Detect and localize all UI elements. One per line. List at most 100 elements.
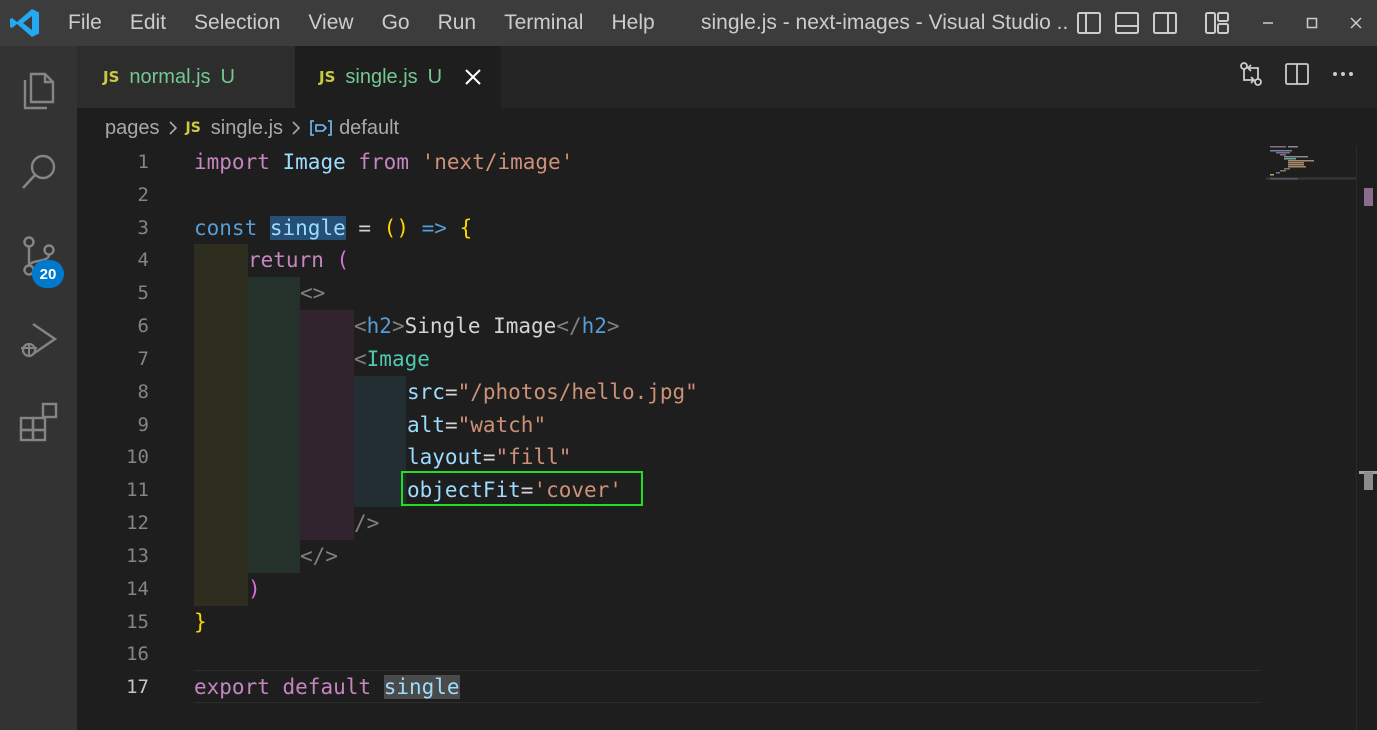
menu-view[interactable]: View <box>294 0 367 46</box>
breadcrumb-file[interactable]: single.js <box>211 117 283 140</box>
layout-controls <box>1075 9 1231 37</box>
line-number: 3 <box>137 217 149 239</box>
line-number: 15 <box>126 611 149 633</box>
extensions-button[interactable] <box>0 384 77 460</box>
vertical-scrollbar[interactable] <box>1356 146 1377 730</box>
close-icon <box>1350 17 1362 29</box>
tag-h2: h2 <box>366 314 392 338</box>
javascript-file-icon: JS <box>185 120 201 136</box>
tag-bracket: < <box>354 347 367 371</box>
indent-guide-level-4 <box>354 376 406 507</box>
attr-equals: = <box>482 445 496 469</box>
window-controls <box>1246 0 1377 46</box>
code-line-9[interactable]: alt="watch" <box>407 409 546 442</box>
code-line-13[interactable]: </> <box>300 540 338 573</box>
window-title: single.js - next-images - Visual Studio … <box>701 11 1069 34</box>
fragment-close: </> <box>300 544 338 568</box>
javascript-file-icon: JS <box>319 68 336 86</box>
search-button[interactable] <box>0 134 77 210</box>
editor-tab-bar: JS normal.js U JS single.js U <box>77 46 1377 108</box>
arrow-operator: => <box>421 216 447 240</box>
component-image: Image <box>366 347 430 371</box>
scrollbar-thumb[interactable] <box>1364 188 1373 206</box>
close-paren: ) <box>248 577 261 601</box>
toggle-primary-sidebar-icon[interactable] <box>1075 9 1103 37</box>
customize-layout-icon[interactable] <box>1203 9 1231 37</box>
code-line-17[interactable]: export default single <box>194 671 460 704</box>
menu-go[interactable]: Go <box>368 0 424 46</box>
code-line-5[interactable]: <> <box>300 277 325 310</box>
line-number: 13 <box>126 545 149 567</box>
maximize-button[interactable] <box>1290 0 1334 46</box>
tag-bracket: > <box>606 314 620 338</box>
menu-help[interactable]: Help <box>597 0 668 46</box>
tag-bracket: </ <box>556 314 582 338</box>
code-line-10[interactable]: layout="fill" <box>407 441 571 474</box>
minimap[interactable] <box>1266 146 1356 186</box>
attr-src-value: "/photos/hello.jpg" <box>457 380 698 404</box>
activity-bar: 20 <box>0 46 77 730</box>
keyword-import: import <box>194 150 270 174</box>
editor-actions <box>1237 60 1357 88</box>
tab-normal-js[interactable]: JS normal.js U <box>77 46 295 108</box>
source-control-button[interactable]: 20 <box>0 218 77 294</box>
identifier-single: single <box>383 675 460 699</box>
source-control-badge: 20 <box>32 260 64 288</box>
minimize-icon <box>1263 22 1273 24</box>
tag-h2-close: h2 <box>581 314 607 338</box>
files-icon <box>23 72 54 110</box>
code-line-15[interactable]: } <box>194 606 207 639</box>
code-line-4[interactable]: return ( <box>248 244 349 277</box>
close-brace: } <box>194 610 207 634</box>
breadcrumb-symbol[interactable]: default <box>339 117 399 140</box>
vscode-logo-icon <box>10 9 39 37</box>
code-line-14[interactable]: ) <box>248 573 261 606</box>
line-number: 4 <box>137 249 149 271</box>
menu-terminal[interactable]: Terminal <box>490 0 597 46</box>
params-parens: () <box>383 216 409 240</box>
keyword-export: export <box>194 675 270 699</box>
code-line-12[interactable]: /> <box>354 507 379 540</box>
identifier-single: single <box>269 216 346 240</box>
close-tab-icon[interactable] <box>464 68 482 86</box>
explorer-button[interactable] <box>0 52 77 128</box>
close-window-button[interactable] <box>1334 0 1377 46</box>
fragment-open: <> <box>300 281 326 305</box>
line-number: 6 <box>137 315 149 337</box>
open-changes-icon[interactable] <box>1237 60 1265 88</box>
line-number: 7 <box>137 348 149 370</box>
menu-run[interactable]: Run <box>424 0 491 46</box>
run-debug-button[interactable] <box>0 302 77 378</box>
minimize-button[interactable] <box>1246 0 1290 46</box>
indent-guide-level-3 <box>300 310 354 540</box>
more-actions-icon[interactable] <box>1329 60 1357 88</box>
code-line-7[interactable]: <Image <box>354 343 430 376</box>
breadcrumb-folder[interactable]: pages <box>105 117 160 140</box>
code-line-8[interactable]: src="/photos/hello.jpg" <box>407 376 698 409</box>
keyword-default: default <box>282 675 372 699</box>
menu-selection[interactable]: Selection <box>180 0 294 46</box>
attr-equals: = <box>444 413 458 437</box>
toggle-secondary-sidebar-icon[interactable] <box>1151 9 1179 37</box>
attr-equals: = <box>444 380 458 404</box>
toggle-panel-icon[interactable] <box>1113 9 1141 37</box>
jsx-text: Single Image <box>404 314 557 338</box>
code-line-6[interactable]: <h2>Single Image</h2> <box>354 310 620 343</box>
indent-guide-level-2 <box>248 277 300 573</box>
code-line-3[interactable]: const single = () => { <box>194 212 472 245</box>
code-editor[interactable]: 1 2 3 4 5 6 7 8 9 10 11 12 13 14 15 16 1… <box>77 146 1377 730</box>
menu-edit[interactable]: Edit <box>116 0 180 46</box>
menu-file[interactable]: File <box>54 0 116 46</box>
attr-layout: layout <box>407 445 483 469</box>
code-line-1[interactable]: import Image from 'next/image' <box>194 146 573 179</box>
split-editor-icon[interactable] <box>1283 60 1311 88</box>
line-number: 9 <box>137 414 149 436</box>
attr-src: src <box>407 380 445 404</box>
line-number: 5 <box>137 282 149 304</box>
open-paren: ( <box>336 248 350 272</box>
tab-single-js[interactable]: JS single.js U <box>295 46 501 108</box>
breadcrumb: pages JS single.js default <box>105 112 399 144</box>
extensions-icon <box>19 402 57 442</box>
untracked-status: U <box>220 65 235 88</box>
line-number: 10 <box>126 446 149 468</box>
